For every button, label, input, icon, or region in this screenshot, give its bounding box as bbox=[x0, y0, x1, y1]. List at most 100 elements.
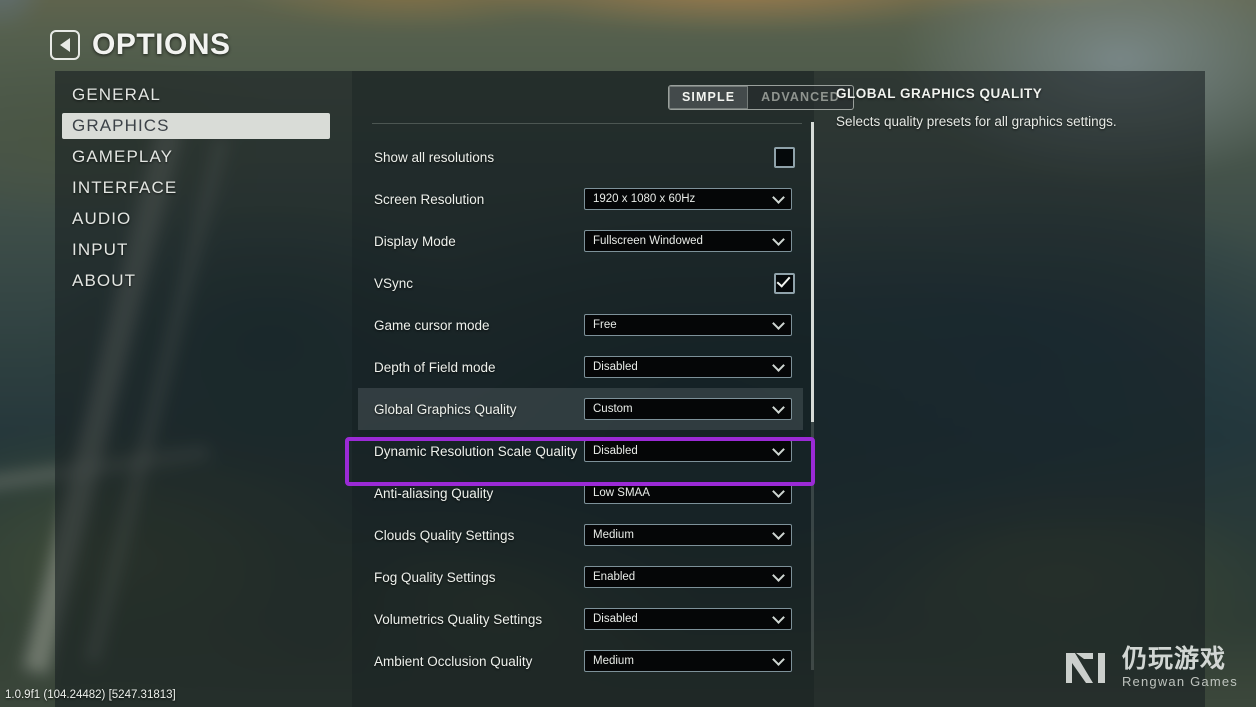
sidebar-nav: GENERAL GRAPHICS GAMEPLAY INTERFACE AUDIO INP… bbox=[62, 82, 330, 299]
setting-label: Volumetrics Quality Settings bbox=[374, 612, 542, 627]
dropdown-anti-aliasing-quality[interactable]: Low SMAA bbox=[584, 482, 792, 504]
check-icon bbox=[777, 273, 791, 287]
sidebar-item-gameplay[interactable]: GAMEPLAY bbox=[62, 144, 330, 170]
sidebar-item-audio[interactable]: AUDIO bbox=[62, 206, 330, 232]
dropdown-value: Low SMAA bbox=[593, 487, 650, 499]
setting-row-volumetrics-quality-settings: Volumetrics Quality Settings Disabled bbox=[358, 598, 803, 640]
page-header: OPTIONS bbox=[50, 28, 231, 62]
dropdown-game-cursor-mode[interactable]: Free bbox=[584, 314, 792, 336]
back-button[interactable] bbox=[50, 30, 80, 60]
setting-control: 1920 x 1080 x 60Hz bbox=[584, 188, 792, 210]
setting-control: Low SMAA bbox=[584, 482, 792, 504]
settings-scrollbar-track[interactable] bbox=[811, 122, 814, 670]
setting-control: Disabled bbox=[584, 608, 792, 630]
chevron-down-icon bbox=[772, 401, 785, 414]
sidebar-item-input[interactable]: INPUT bbox=[62, 237, 330, 263]
dropdown-dynamic-resolution-scale-quality[interactable]: Disabled bbox=[584, 440, 792, 462]
setting-row-clouds-quality-settings: Clouds Quality Settings Medium bbox=[358, 514, 803, 556]
sidebar-item-about[interactable]: ABOUT bbox=[62, 268, 330, 294]
dropdown-value: Fullscreen Windowed bbox=[593, 235, 703, 247]
options-screen: OPTIONS GENERAL GRAPHICS GAMEPLAY INTERFACE… bbox=[0, 0, 1256, 707]
setting-row-screen-resolution: Screen Resolution 1920 x 1080 x 60Hz bbox=[358, 178, 803, 220]
sidebar-item-label: GENERAL bbox=[72, 85, 161, 105]
chevron-down-icon bbox=[772, 233, 785, 246]
dropdown-display-mode[interactable]: Fullscreen Windowed bbox=[584, 230, 792, 252]
dropdown-value: Medium bbox=[593, 529, 634, 541]
sidebar-item-label: INPUT bbox=[72, 240, 129, 260]
watermark: 仍玩游戏 Rengwan Games bbox=[1062, 646, 1238, 689]
setting-label: Clouds Quality Settings bbox=[374, 528, 514, 543]
dropdown-depth-of-field-mode[interactable]: Disabled bbox=[584, 356, 792, 378]
sidebar-item-label: INTERFACE bbox=[72, 178, 177, 198]
chevron-down-icon bbox=[772, 317, 785, 330]
chevron-down-icon bbox=[772, 527, 785, 540]
setting-label: VSync bbox=[374, 276, 413, 291]
setting-label: Game cursor mode bbox=[374, 318, 490, 333]
dropdown-value: Disabled bbox=[593, 613, 638, 625]
chevron-down-icon bbox=[772, 443, 785, 456]
setting-row-vsync: VSync bbox=[358, 262, 803, 304]
version-status-text: 1.0.9f1 (104.24482) [5247.31813] bbox=[5, 689, 176, 701]
rengwan-logo-icon bbox=[1062, 647, 1110, 689]
dropdown-value: Enabled bbox=[593, 571, 635, 583]
settings-divider bbox=[372, 123, 802, 124]
setting-control: Enabled bbox=[584, 566, 792, 588]
watermark-en: Rengwan Games bbox=[1122, 675, 1238, 689]
setting-row-depth-of-field-mode: Depth of Field mode Disabled bbox=[358, 346, 803, 388]
setting-row-anti-aliasing-quality: Anti-aliasing Quality Low SMAA bbox=[358, 472, 803, 514]
watermark-cn: 仍玩游戏 bbox=[1122, 646, 1238, 672]
setting-label: Depth of Field mode bbox=[374, 360, 496, 375]
sidebar-item-interface[interactable]: INTERFACE bbox=[62, 175, 330, 201]
dropdown-global-graphics-quality[interactable]: Custom bbox=[584, 398, 792, 420]
setting-label: Global Graphics Quality bbox=[374, 402, 517, 417]
setting-control: Medium bbox=[584, 524, 792, 546]
dropdown-clouds-quality-settings[interactable]: Medium bbox=[584, 524, 792, 546]
dropdown-value: Disabled bbox=[593, 445, 638, 457]
setting-row-display-mode: Display Mode Fullscreen Windowed bbox=[358, 220, 803, 262]
setting-row-game-cursor-mode: Game cursor mode Free bbox=[358, 304, 803, 346]
dropdown-fog-quality-settings[interactable]: Enabled bbox=[584, 566, 792, 588]
settings-scrollbar-thumb[interactable] bbox=[811, 122, 814, 422]
setting-row-fog-quality-settings: Fog Quality Settings Enabled bbox=[358, 556, 803, 598]
description-title: GLOBAL GRAPHICS QUALITY bbox=[836, 86, 1196, 101]
checkbox-show-all-resolutions[interactable] bbox=[774, 147, 795, 168]
chevron-down-icon bbox=[772, 611, 785, 624]
chevron-down-icon bbox=[772, 569, 785, 582]
setting-row-global-graphics-quality: Global Graphics Quality Custom bbox=[358, 388, 803, 430]
dropdown-ambient-occlusion-quality[interactable]: Medium bbox=[584, 650, 792, 672]
setting-description: GLOBAL GRAPHICS QUALITY Selects quality … bbox=[836, 86, 1196, 132]
setting-row-ambient-occlusion-quality: Ambient Occlusion Quality Medium bbox=[358, 640, 803, 682]
tab-simple[interactable]: SIMPLE bbox=[669, 86, 748, 109]
watermark-text: 仍玩游戏 Rengwan Games bbox=[1122, 646, 1238, 689]
setting-control: Disabled bbox=[584, 356, 792, 378]
dropdown-value: 1920 x 1080 x 60Hz bbox=[593, 193, 695, 205]
sidebar-item-label: GAMEPLAY bbox=[72, 147, 173, 167]
sidebar-item-graphics[interactable]: GRAPHICS bbox=[62, 113, 330, 139]
setting-control: Custom bbox=[584, 398, 792, 420]
setting-label: Display Mode bbox=[374, 234, 456, 249]
setting-label: Screen Resolution bbox=[374, 192, 484, 207]
setting-row-dynamic-resolution-scale-quality: Dynamic Resolution Scale QualityDisabled bbox=[358, 430, 803, 472]
description-body: Selects quality presets for all graphics… bbox=[836, 113, 1196, 132]
dropdown-value: Medium bbox=[593, 655, 634, 667]
setting-label: Ambient Occlusion Quality bbox=[374, 654, 532, 669]
checkbox-vsync[interactable] bbox=[774, 273, 795, 294]
setting-control: Fullscreen Windowed bbox=[584, 230, 792, 252]
setting-label: Fog Quality Settings bbox=[374, 570, 496, 585]
dropdown-value: Disabled bbox=[593, 361, 638, 373]
setting-control: Free bbox=[584, 314, 792, 336]
sidebar-item-label: ABOUT bbox=[72, 271, 136, 291]
dropdown-volumetrics-quality-settings[interactable]: Disabled bbox=[584, 608, 792, 630]
setting-control: Medium bbox=[584, 650, 792, 672]
chevron-down-icon bbox=[772, 359, 785, 372]
setting-control: Disabled bbox=[584, 440, 792, 462]
dropdown-screen-resolution[interactable]: 1920 x 1080 x 60Hz bbox=[584, 188, 792, 210]
setting-label: Show all resolutions bbox=[374, 150, 494, 165]
chevron-down-icon bbox=[772, 653, 785, 666]
page-title: OPTIONS bbox=[92, 28, 231, 62]
setting-label: Anti-aliasing Quality bbox=[374, 486, 493, 501]
dropdown-value: Custom bbox=[593, 403, 633, 415]
sidebar-item-general[interactable]: GENERAL bbox=[62, 82, 330, 108]
dropdown-value: Free bbox=[593, 319, 617, 331]
sidebar-item-label: AUDIO bbox=[72, 209, 131, 229]
